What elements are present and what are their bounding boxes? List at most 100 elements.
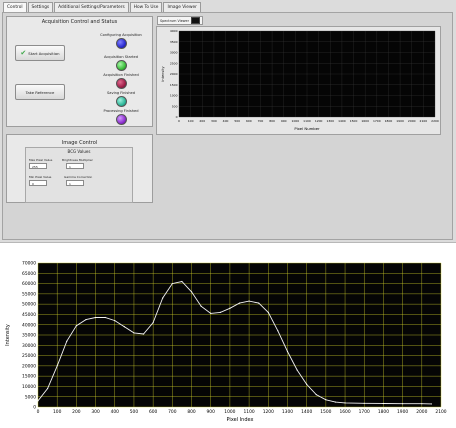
intensity-x-tick-label: 900 (207, 409, 216, 415)
intensity-x-tick-label: 800 (187, 409, 196, 415)
intensity-y-tick-label: 70000 (22, 261, 36, 267)
brightness-label: Brightness Multiplier (62, 158, 93, 162)
intensity-y-tick-label: 55000 (22, 291, 36, 297)
spectrum-x-tick-label: 600 (246, 119, 252, 123)
spectrum-chart[interactable]: 4000 3500 3000 2500 2000 1500 1000 500 0 0 100 200… (157, 27, 440, 134)
spectrum-y-tick-label: 4000 (170, 29, 178, 33)
intensity-x-tick-label: 600 (149, 409, 158, 415)
status-label-started: Acquisition Started (103, 55, 139, 59)
intensity-y-tick-label: 5000 (25, 394, 36, 400)
intensity-y-tick-label: 65000 (22, 271, 36, 277)
intensity-x-tick-label: 1800 (378, 409, 389, 415)
intensity-data-point (200, 305, 202, 307)
spectrum-x-tick-label: 700 (258, 119, 264, 123)
tab-settings[interactable]: Settings (27, 2, 54, 12)
intensity-data-point (421, 403, 423, 405)
intensity-data-point (382, 402, 385, 405)
tab-image-viewer[interactable]: Image Viewer (163, 2, 201, 12)
intensity-x-tick-label: 1100 (244, 409, 255, 415)
intensity-data-point (142, 333, 145, 335)
intensity-x-tick-label: 200 (72, 409, 81, 415)
spectrum-x-tick-label: 1900 (396, 119, 404, 123)
intensity-x-tick-label: 1600 (339, 409, 350, 415)
tab-how-to-use[interactable]: How To Use (129, 2, 163, 12)
spectrum-x-tick-label: 1500 (350, 119, 358, 123)
intensity-data-point (219, 311, 221, 313)
spectrum-chart-panel: 4000 3500 3000 2500 2000 1500 1000 500 0 0 100 200… (156, 26, 441, 135)
spectrum-x-tick-label: 500 (234, 119, 240, 123)
intensity-y-tick-label: 35000 (22, 333, 36, 339)
spectrum-y-ticks: 40003500300025002000150010005000 (170, 29, 178, 119)
intensity-y-ticks: 0500010000150002000025000300003500040000… (22, 261, 36, 411)
acquisition-panel-title: Acquisition Control and Status (41, 19, 118, 25)
spectrum-legend-label: Spectrum Viewer (160, 18, 190, 23)
intensity-x-ticks: 0 100 200 300 400 500 600 700 800 900 1000 1100 1200… (37, 409, 447, 415)
spectrum-y-tick-label: 3000 (170, 51, 178, 55)
spectrum-x-tick-label: 400 (223, 119, 229, 123)
tab-additional-settings[interactable]: Additional Settings/Parameters (54, 2, 129, 12)
intensity-data-point (75, 325, 77, 327)
spectrum-x-tick-label: 800 (269, 119, 275, 123)
intensity-x-tick-label: 1400 (301, 409, 312, 415)
intensity-y-tick-label: 10000 (22, 384, 36, 390)
brightness-input[interactable]: 1 (66, 163, 84, 169)
gamma-input[interactable]: 1 (66, 180, 84, 186)
spectrum-legend-swatch (191, 17, 201, 24)
intensity-data-point (325, 399, 327, 401)
intensity-x-tick-label: 2100 (435, 409, 446, 415)
intensity-data-point (238, 302, 241, 304)
intensity-data-point (171, 282, 173, 285)
intensity-data-point (296, 369, 298, 371)
take-reference-button[interactable]: Take Reference (15, 84, 65, 100)
intensity-y-tick-label: 30000 (22, 343, 36, 349)
spectrum-x-tick-label: 1000 (292, 119, 300, 123)
intensity-data-point (248, 300, 250, 302)
intensity-data-point (162, 297, 164, 299)
spectrum-y-axis-label: Intensity (161, 66, 165, 81)
intensity-x-tick-label: 1200 (263, 409, 274, 415)
intensity-data-point (344, 402, 346, 404)
intensity-data-point (229, 307, 231, 309)
intensity-data-point (430, 403, 433, 405)
intensity-x-tick-label: 1000 (224, 409, 235, 415)
spectrum-legend[interactable]: Spectrum Viewer (157, 16, 204, 25)
status-led-acq-finished (116, 78, 127, 89)
bcg-values-group: BCG Values Max Pixel Value 255 Brightnes… (25, 147, 133, 203)
intensity-y-tick-label: 15000 (22, 374, 36, 380)
spectrum-x-tick-label: 300 (211, 119, 217, 123)
status-label-acq-finished: Acquisition Finished (103, 73, 139, 77)
tab-content: Acquisition Control and Status ✔ Start A… (2, 12, 453, 240)
intensity-data-point (56, 365, 58, 367)
spectrum-x-tick-label: 1200 (315, 119, 323, 123)
intensity-data-point (181, 280, 183, 283)
spectrum-y-tick-label: 500 (172, 104, 178, 108)
start-acquisition-button[interactable]: ✔ Start Acquisition (15, 45, 65, 61)
intensity-data-point (315, 394, 317, 396)
intensity-x-tick-label: 1700 (359, 409, 370, 415)
intensity-data-point (104, 316, 106, 319)
intensity-data-point (334, 401, 337, 403)
spectrum-y-tick-label: 1000 (170, 94, 178, 98)
spectrum-y-tick-label: 2000 (170, 72, 178, 76)
min-pixel-label: Min Pixel Value (29, 175, 52, 179)
status-label-configuring: Configuring Acquisition (100, 33, 142, 37)
min-pixel-input[interactable]: 0 (29, 180, 47, 186)
intensity-x-tick-label: 1300 (282, 409, 293, 415)
intensity-data-point (152, 322, 154, 324)
intensity-x-tick-label: 500 (130, 409, 139, 415)
intensity-data-point (363, 402, 365, 404)
spectrum-x-tick-label: 2200 (431, 119, 439, 123)
gamma-label: Gamma Correction (64, 175, 93, 179)
intensity-data-point (94, 316, 97, 319)
max-pixel-input[interactable]: 255 (29, 163, 47, 169)
intensity-data-point (85, 318, 87, 321)
intensity-data-point (402, 403, 404, 405)
app-window: Control Settings Additional Settings/Par… (0, 0, 456, 243)
spectrum-x-tick-label: 1600 (361, 119, 369, 123)
intensity-chart: 0 5000 10000 15000 20000 25000 30000 35000 40000… (5, 261, 447, 423)
spectrum-x-tick-label: 100 (188, 119, 194, 123)
status-label-saving: Saving Finished (106, 91, 136, 95)
status-led-saving (116, 96, 127, 107)
status-label-processing: Processing Finished (103, 109, 139, 113)
intensity-y-tick-label: 50000 (22, 302, 36, 308)
